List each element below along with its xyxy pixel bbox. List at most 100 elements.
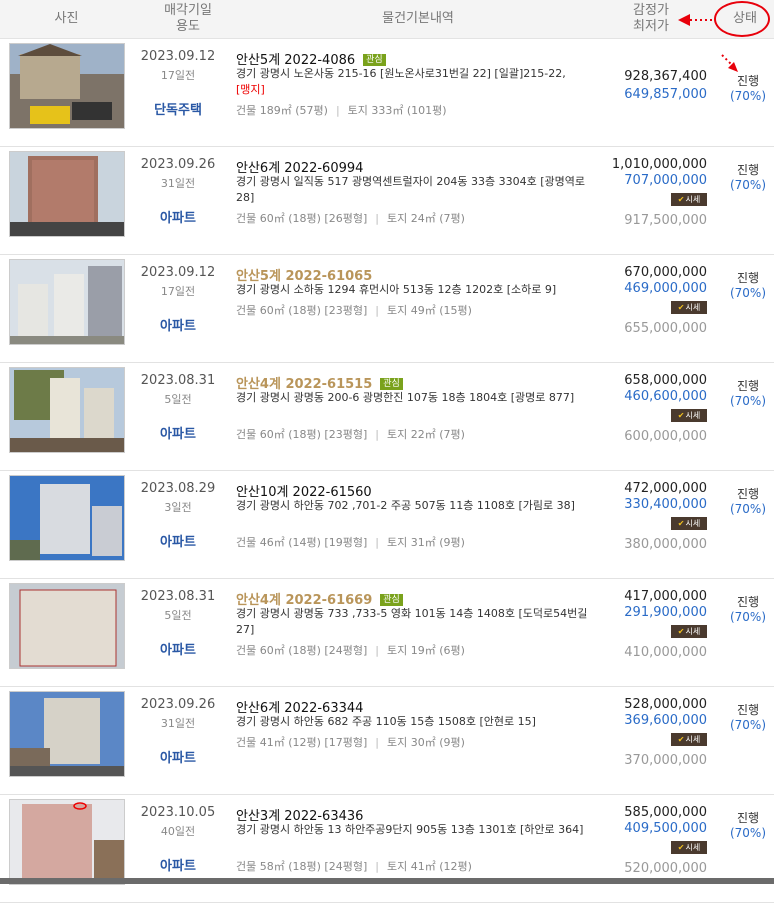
days-remaining: 5일전 (164, 393, 192, 406)
market-price: 380,000,000 (624, 537, 707, 552)
property-type[interactable]: 아파트 (133, 315, 223, 334)
minimum-price-ratio: (70%) (729, 286, 767, 300)
market-price-badge[interactable]: ✔시세 (671, 733, 707, 746)
table-row[interactable]: 2023.08.29 3일전 아파트 안산10계 2022-61560 경기 광… (0, 471, 774, 579)
minimum-price: 469,000,000 (624, 281, 707, 296)
auction-status: 진행 (736, 811, 760, 825)
market-price-badge[interactable]: ✔시세 (671, 625, 707, 638)
property-photo[interactable] (9, 799, 125, 885)
building-area: 건물 60㎡ (18평) [26평형] (236, 212, 368, 225)
market-badge-icon: ✔ (677, 627, 685, 636)
table-row[interactable]: 2023.09.26 31일전 아파트 안산6계 2022-63344 경기 광… (0, 687, 774, 795)
property-type[interactable]: 아파트 (133, 747, 223, 766)
property-photo[interactable] (9, 151, 125, 237)
auction-status: 진행 (736, 595, 760, 609)
auction-date: 2023.09.12 (140, 265, 216, 280)
appraisal-price: 472,000,000 (624, 481, 707, 496)
auction-status: 진행 (736, 487, 760, 501)
bottom-scrollbar[interactable] (0, 878, 774, 884)
area-separator: | (375, 428, 379, 441)
market-price-badge[interactable]: ✔시세 (671, 841, 707, 854)
auction-date: 2023.09.26 (140, 697, 216, 712)
area-info: 건물 46㎡ (14평) [19평형] | 토지 31㎡ (9평) (236, 534, 465, 550)
market-badge-label: 시세 (685, 735, 701, 744)
market-badge-label: 시세 (685, 843, 701, 852)
land-area: 토지 333㎡ (101평) (347, 104, 447, 117)
market-badge-icon: ✔ (677, 519, 685, 528)
land-area: 토지 30㎡ (9평) (386, 736, 465, 749)
table-row[interactable]: 2023.08.31 5일전 아파트 안산4계 2022-61515 관심 경기 … (0, 363, 774, 471)
property-type[interactable]: 아파트 (133, 639, 223, 658)
property-address: 경기 광명시 광명동 200-6 광명한진 107동 18층 1804호 [광명… (236, 390, 596, 406)
table-row[interactable]: 2023.09.12 17일전 단독주택 안산5계 2022-4086 관심 경기… (0, 39, 774, 147)
property-photo[interactable] (9, 367, 125, 453)
appraisal-price: 417,000,000 (624, 589, 707, 604)
minimum-price: 460,600,000 (624, 389, 707, 404)
address-text: 경기 광명시 광명동 733 ,733-5 영화 101동 14층 1408호 … (236, 607, 588, 636)
property-type[interactable]: 아파트 (133, 207, 223, 226)
building-area: 건물 60㎡ (18평) [24평형] (236, 644, 368, 657)
auction-date: 2023.08.31 (140, 589, 216, 604)
area-separator: | (375, 212, 379, 225)
building-area: 건물 58㎡ (18평) [24평형] (236, 860, 368, 873)
minimum-price: 409,500,000 (624, 821, 707, 836)
market-price-badge[interactable]: ✔시세 (671, 193, 707, 206)
minimum-price: 291,900,000 (624, 605, 707, 620)
market-price-badge[interactable]: ✔시세 (671, 517, 707, 530)
property-photo[interactable] (9, 43, 125, 129)
land-area: 토지 49㎡ (15평) (386, 304, 472, 317)
area-info: 건물 60㎡ (18평) [26평형] | 토지 24㎡ (7평) (236, 210, 465, 226)
building-area: 건물 189㎡ (57평) (236, 104, 328, 117)
days-remaining: 31일전 (160, 177, 196, 190)
land-area: 토지 24㎡ (7평) (386, 212, 465, 225)
market-price: 655,000,000 (624, 321, 707, 336)
area-info: 건물 60㎡ (18평) [23평형] | 토지 22㎡ (7평) (236, 426, 465, 442)
property-type[interactable]: 아파트 (133, 531, 223, 550)
market-badge-icon: ✔ (677, 303, 685, 312)
market-price: 370,000,000 (624, 753, 707, 768)
market-price-badge[interactable]: ✔시세 (671, 301, 707, 314)
minimum-price: 330,400,000 (624, 497, 707, 512)
auction-status: 진행 (736, 271, 760, 285)
area-separator: | (375, 536, 379, 549)
property-address: 경기 광명시 소하동 1294 휴먼시아 513동 12층 1202호 [소하로… (236, 282, 596, 298)
interest-tag: 관심 (380, 378, 403, 390)
building-area: 건물 46㎡ (14평) [19평형] (236, 536, 368, 549)
property-photo[interactable] (9, 475, 125, 561)
building-area: 건물 60㎡ (18평) [23평형] (236, 428, 368, 441)
property-type[interactable]: 아파트 (133, 855, 223, 874)
market-badge-icon: ✔ (677, 735, 685, 744)
minimum-price-ratio: (70%) (729, 178, 767, 192)
appraisal-price: 658,000,000 (624, 373, 707, 388)
minimum-price: 369,600,000 (624, 713, 707, 728)
minimum-price-ratio: (70%) (729, 610, 767, 624)
table-row[interactable]: 2023.10.05 40일전 아파트 안산3계 2022-63436 경기 광… (0, 795, 774, 903)
property-photo[interactable] (9, 691, 125, 777)
address-warning: [맹지] (236, 83, 265, 96)
property-photo[interactable] (9, 259, 125, 345)
days-remaining: 17일전 (160, 285, 196, 298)
market-price-badge[interactable]: ✔시세 (671, 409, 707, 422)
property-photo[interactable] (9, 583, 125, 669)
address-text: 경기 광명시 노온사동 215-16 [원노온사로31번길 22] [일괄]21… (236, 67, 566, 80)
market-badge-icon: ✔ (677, 411, 685, 420)
area-separator: | (335, 104, 340, 117)
table-row[interactable]: 2023.09.26 31일전 아파트 안산6계 2022-60994 경기 광… (0, 147, 774, 255)
address-text: 경기 광명시 일직동 517 광명역센트럴자이 204동 33층 3304호 [… (236, 175, 586, 204)
interest-tag: 관심 (380, 594, 403, 606)
market-price: 600,000,000 (624, 429, 707, 444)
minimum-price: 707,000,000 (624, 173, 707, 188)
table-row[interactable]: 2023.09.12 17일전 아파트 안산5계 2022-61065 경기 광… (0, 255, 774, 363)
days-remaining: 40일전 (160, 825, 196, 838)
property-type[interactable]: 아파트 (133, 423, 223, 442)
property-address: 경기 광명시 노온사동 215-16 [원노온사로31번길 22] [일괄]21… (236, 66, 596, 98)
table-row[interactable]: 2023.08.31 5일전 아파트 안산4계 2022-61669 관심 경기 … (0, 579, 774, 687)
property-type[interactable]: 단독주택 (133, 99, 223, 118)
property-address: 경기 광명시 하안동 13 하안주공9단지 905동 13층 1301호 [하안… (236, 822, 596, 838)
market-badge-label: 시세 (685, 303, 701, 312)
auction-date: 2023.09.12 (140, 49, 216, 64)
area-info: 건물 189㎡ (57평) | 토지 333㎡ (101평) (236, 102, 447, 118)
market-badge-label: 시세 (685, 195, 701, 204)
market-price: 410,000,000 (624, 645, 707, 660)
area-separator: | (375, 304, 379, 317)
